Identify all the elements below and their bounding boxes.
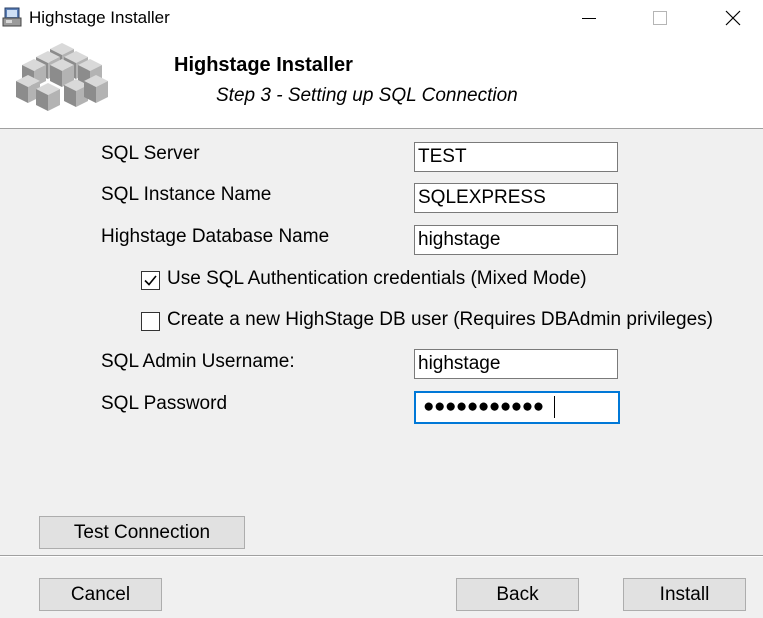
sql-server-input[interactable] [414, 142, 618, 172]
close-icon[interactable] [710, 0, 756, 37]
create-db-user-checkbox[interactable] [141, 312, 160, 331]
title-bar: Highstage Installer [0, 0, 763, 37]
step-subtitle: Step 3 - Setting up SQL Connection [216, 85, 518, 106]
db-name-label: Highstage Database Name [101, 226, 330, 247]
password-input[interactable]: ●●●●●●●●●●● [414, 391, 620, 424]
back-button[interactable]: Back [456, 578, 579, 611]
footer-divider-highlight [0, 556, 763, 557]
cubes-logo [12, 43, 116, 128]
wizard-header: Highstage Installer Step 3 - Setting up … [0, 37, 763, 129]
password-label: SQL Password [101, 393, 228, 414]
text-caret [554, 396, 555, 418]
admin-username-label: SQL Admin Username: [101, 351, 295, 372]
maximize-icon[interactable] [636, 0, 682, 37]
installer-icon[interactable] [2, 6, 24, 28]
create-db-user-label: Create a new HighStage DB user (Requires… [167, 309, 713, 330]
password-mask: ●●●●●●●●●●● [423, 396, 544, 417]
header-title: Highstage Installer [174, 54, 353, 76]
window-title: Highstage Installer [29, 8, 170, 27]
minimize-icon[interactable] [566, 0, 612, 37]
install-button[interactable]: Install [623, 578, 746, 611]
sql-server-label: SQL Server [101, 143, 200, 164]
sql-auth-label: Use SQL Authentication credentials (Mixe… [167, 268, 587, 289]
sql-auth-checkbox[interactable] [141, 271, 160, 290]
sql-instance-input[interactable] [414, 183, 618, 213]
db-name-input[interactable] [414, 225, 618, 255]
sql-instance-label: SQL Instance Name [101, 184, 272, 205]
cancel-button[interactable]: Cancel [39, 578, 162, 611]
test-connection-button[interactable]: Test Connection [39, 516, 245, 549]
admin-username-input[interactable] [414, 349, 618, 379]
